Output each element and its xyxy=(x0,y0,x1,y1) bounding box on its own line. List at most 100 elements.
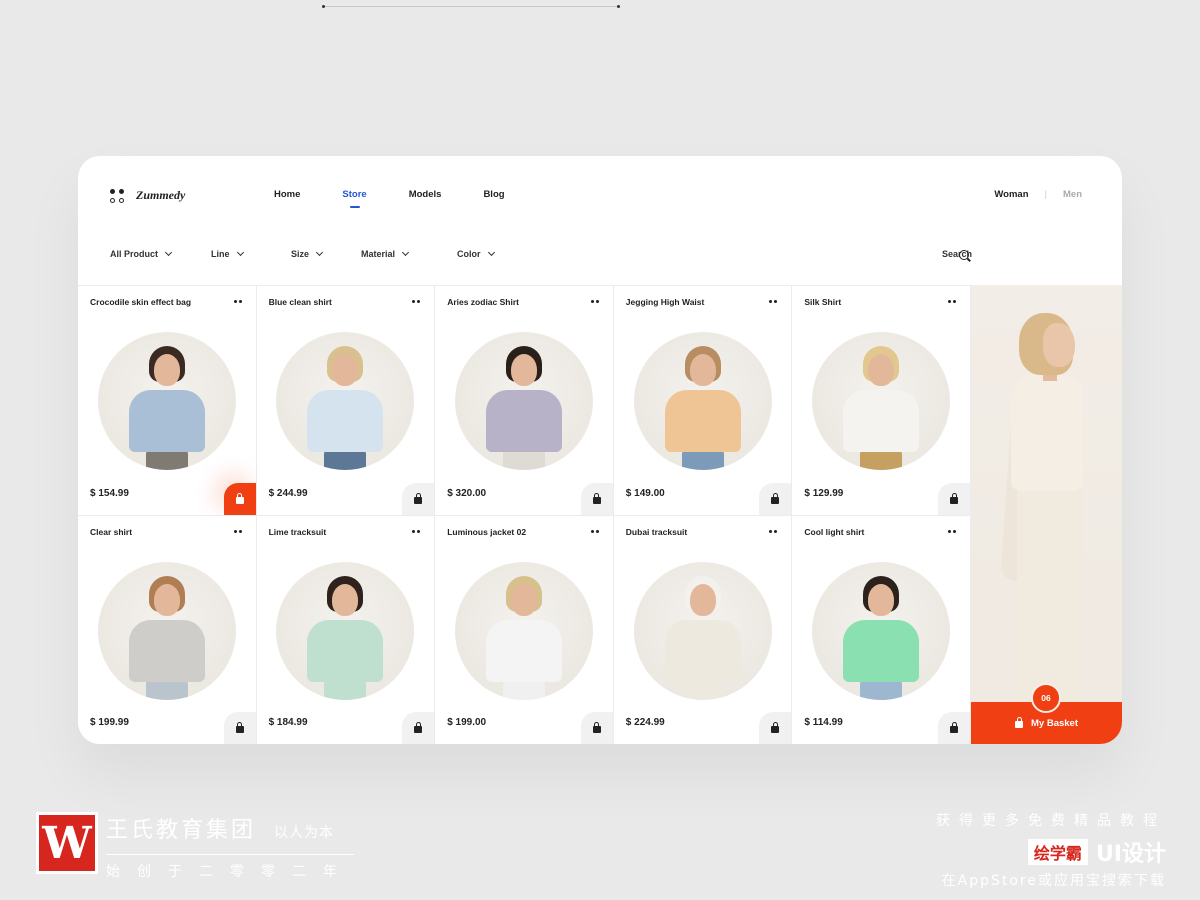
shopping-bag-icon xyxy=(771,492,780,504)
watermark-left: W 王氏教育集团 以人为本 始创于二零零二年 xyxy=(36,812,354,881)
product-name: Jegging High Waist xyxy=(625,297,705,307)
filter-line[interactable]: Line xyxy=(211,248,291,259)
product-name: Crocodile skin effect bag xyxy=(90,297,192,307)
product-image xyxy=(128,619,205,682)
product-card[interactable]: Crocodile skin effect bag $ 154.99 xyxy=(78,285,257,515)
product-card[interactable]: Cool light shirt $ 114.99 xyxy=(792,514,971,744)
product-card[interactable]: Lime tracksuit $ 184.99 xyxy=(256,514,436,744)
shopping-bag-icon xyxy=(414,492,423,504)
product-image xyxy=(454,332,593,470)
shopping-bag-icon xyxy=(950,722,958,733)
gender-men[interactable]: Men xyxy=(1063,189,1082,200)
more-options-icon[interactable] xyxy=(412,300,421,303)
watermark-promo: 获得更多免费精品教程 xyxy=(936,813,1166,829)
basket-label: My Basket xyxy=(1031,717,1078,729)
more-options-icon[interactable] xyxy=(948,300,956,303)
product-image xyxy=(276,561,415,700)
add-to-cart-button[interactable] xyxy=(402,712,435,744)
chevron-down-icon xyxy=(401,248,410,257)
product-image xyxy=(502,679,545,700)
filter-label: Size xyxy=(291,249,310,259)
product-image xyxy=(307,390,384,452)
filter-color[interactable]: Color xyxy=(457,248,495,259)
filter-label: Line xyxy=(211,249,230,259)
product-image xyxy=(145,450,188,470)
more-options-icon[interactable] xyxy=(590,529,599,533)
top-divider xyxy=(322,5,620,8)
search-icon[interactable] xyxy=(959,250,970,261)
more-options-icon[interactable] xyxy=(233,300,242,303)
gender-woman[interactable]: Woman xyxy=(994,189,1028,200)
product-card[interactable]: Jegging High Waist $ 149.00 xyxy=(613,285,793,515)
store-window: Zummedy Home Store Models Blog Woman | M… xyxy=(78,156,1122,744)
logo-dots-icon xyxy=(110,188,124,203)
product-card[interactable]: Silk Shirt $ 129.99 xyxy=(792,285,971,515)
brand-logo[interactable]: Zummedy xyxy=(110,188,185,203)
add-to-cart-button[interactable] xyxy=(759,482,792,515)
more-options-icon[interactable] xyxy=(769,300,778,303)
add-to-cart-button[interactable] xyxy=(580,712,613,744)
nav-store[interactable]: Store xyxy=(342,189,366,200)
add-to-cart-button[interactable] xyxy=(223,712,256,744)
chevron-down-icon xyxy=(487,248,495,257)
watermark-brand: 绘学霸 xyxy=(1027,839,1088,865)
product-price: $ 114.99 xyxy=(804,717,843,728)
product-image xyxy=(510,354,537,386)
chevron-down-icon xyxy=(164,248,173,257)
product-card[interactable]: Clear shirt $ 199.99 xyxy=(78,514,257,744)
shopping-bag-icon xyxy=(592,492,601,504)
add-to-cart-button[interactable] xyxy=(223,482,256,515)
model-image xyxy=(1043,323,1075,367)
product-image xyxy=(868,583,895,616)
add-to-cart-button[interactable] xyxy=(402,482,435,515)
add-to-cart-button[interactable] xyxy=(759,712,792,744)
featured-model-panel[interactable]: My Basket 06 xyxy=(971,285,1122,744)
shopping-bag-icon xyxy=(771,722,780,733)
nav-models[interactable]: Models xyxy=(409,189,442,200)
product-image xyxy=(276,332,415,470)
product-price: $ 320.00 xyxy=(447,487,487,499)
product-image xyxy=(153,354,180,386)
more-options-icon[interactable] xyxy=(233,529,242,533)
product-card[interactable]: Blue clean shirt $ 244.99 xyxy=(256,285,436,515)
product-image xyxy=(454,561,593,700)
product-name: Cool light shirt xyxy=(804,526,865,537)
filter-bar: All Product Line Size Material Color xyxy=(110,248,495,259)
product-card[interactable]: Aries zodiac Shirt $ 320.00 xyxy=(435,285,614,515)
product-price: $ 129.99 xyxy=(804,487,844,499)
add-to-cart-button[interactable] xyxy=(938,712,970,744)
product-name: Lime tracksuit xyxy=(268,526,327,537)
watermark-ui: UI设计 xyxy=(1095,842,1166,867)
add-to-cart-button[interactable] xyxy=(938,482,970,515)
more-options-icon[interactable] xyxy=(948,529,956,533)
product-image xyxy=(843,619,920,682)
product-price: $ 244.99 xyxy=(268,487,308,499)
model-image xyxy=(1011,375,1083,491)
basket-count-badge: 06 xyxy=(1031,683,1061,713)
product-image xyxy=(332,583,359,616)
more-options-icon[interactable] xyxy=(412,529,421,533)
product-image xyxy=(664,619,741,682)
nav-home[interactable]: Home xyxy=(274,189,300,200)
filter-all-product[interactable]: All Product xyxy=(110,248,211,259)
product-image xyxy=(860,679,903,700)
more-options-icon[interactable] xyxy=(769,529,778,533)
gender-separator: | xyxy=(1044,189,1047,200)
add-to-cart-button[interactable] xyxy=(580,482,613,515)
filter-material[interactable]: Material xyxy=(361,248,457,259)
more-options-icon[interactable] xyxy=(590,300,599,303)
product-name: Silk Shirt xyxy=(804,297,842,307)
watermark-right: 获得更多免费精品教程 绘学霸 UI设计 在AppStore或应用宝搜索下载 xyxy=(936,810,1166,890)
filter-size[interactable]: Size xyxy=(291,248,361,259)
product-card[interactable]: Luminous jacket 02 $ 199.00 xyxy=(435,514,614,744)
product-image xyxy=(97,332,236,470)
product-image xyxy=(324,679,367,700)
nav-blog[interactable]: Blog xyxy=(483,189,504,200)
product-image xyxy=(843,390,920,452)
product-price: $ 149.00 xyxy=(625,487,665,499)
product-card[interactable]: Dubai tracksuit $ 224.99 xyxy=(613,514,793,744)
main-nav: Home Store Models Blog xyxy=(274,189,547,200)
product-image xyxy=(689,354,716,386)
product-price: $ 199.00 xyxy=(447,717,487,728)
product-name: Aries zodiac Shirt xyxy=(447,297,519,307)
